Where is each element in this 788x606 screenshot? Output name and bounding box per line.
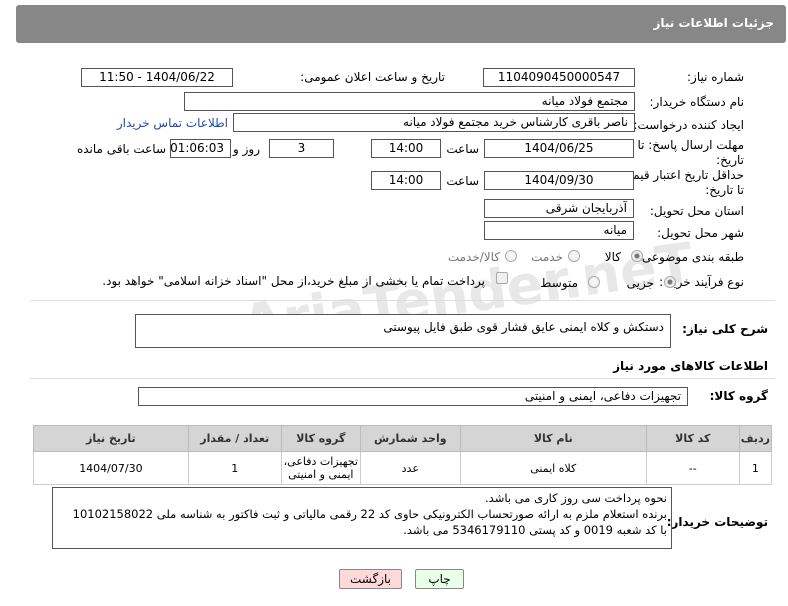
need-number-label: شماره نیاز: <box>687 70 744 84</box>
need-number-field: 1104090450000547 <box>483 68 635 87</box>
cell-unit: عدد <box>359 451 461 485</box>
table-header-row: ردیف کد کالا نام کالا واحد شمارش گروه کا… <box>33 425 773 452</box>
col-unit: واحد شمارش <box>359 425 461 452</box>
category-label: طبقه بندی موضوعی: <box>637 250 744 264</box>
reply-deadline-label: مهلت ارسال پاسخ: تا <box>637 138 744 152</box>
process-minor-label: جزیی <box>626 276 654 290</box>
process-medium-label: متوسط <box>540 276 578 290</box>
announce-label: تاریخ و ساعت اعلان عمومی: <box>300 70 445 84</box>
table-row: 1 -- کلاه ایمنی عدد تجهیزات دفاعی، ایمنی … <box>33 451 773 485</box>
cell-group: تجهیزات دفاعی، ایمنی و امنیتی <box>280 451 361 485</box>
province-label: استان محل تحویل: <box>649 204 744 218</box>
remaining-word: ساعت باقی مانده <box>76 142 166 156</box>
category-radio-goods[interactable] <box>631 250 643 262</box>
treasury-payment-note: پرداخت تمام یا بخشی از مبلغ خرید،از محل … <box>102 274 485 288</box>
remaining-time-field: 01:06:03 <box>170 139 231 158</box>
price-validity-label-2: تا تاریخ: <box>705 183 744 197</box>
cell-row: 1 <box>738 451 773 485</box>
city-field: میانه <box>484 221 634 240</box>
city-label: شهر محل تحویل: <box>657 226 744 240</box>
divider <box>30 300 775 301</box>
category-goods-service-label: کالا/خدمت <box>447 250 500 264</box>
category-goods-label: کالا <box>604 250 621 264</box>
buyer-notes-line2: برنده استعلام ملزم به ارائه صورتحساب الک… <box>72 507 667 521</box>
buyer-notes-label: توضیحات خریدار: <box>666 515 768 529</box>
page-title: جزئیات اطلاعات نیاز <box>653 16 774 30</box>
goods-group-label: گروه کالا: <box>709 389 768 403</box>
creator-label: ایجاد کننده درخواست: <box>633 118 744 132</box>
col-name: نام کالا <box>459 425 647 452</box>
price-time-word: ساعت <box>446 174 479 188</box>
buyer-org-field: مجتمع فولاد میانه <box>184 92 635 111</box>
col-qty: تعداد / مقدار <box>187 425 282 452</box>
buyer-notes-textarea[interactable]: نحوه پرداخت سی روز کاری می باشد. برنده ا… <box>52 487 672 549</box>
cell-date: 1404/07/30 <box>33 451 189 485</box>
province-field: آذربایجان شرقی <box>484 199 634 218</box>
price-time-field: 14:00 <box>371 171 441 190</box>
treasury-payment-checkbox[interactable] <box>496 272 508 284</box>
buyer-notes-line3: با کد شعبه 0019 و کد پستی 5346179110 می … <box>403 523 667 537</box>
cell-name: کلاه ایمنی <box>459 451 647 485</box>
cell-qty: 1 <box>187 451 282 485</box>
days-field: 3 <box>269 139 334 158</box>
price-date-field: 1404/09/30 <box>484 171 634 190</box>
back-button[interactable]: بازگشت <box>339 569 402 589</box>
days-word: روز و <box>233 142 260 156</box>
buyer-notes-line1: نحوه پرداخت سی روز کاری می باشد. <box>485 491 667 505</box>
col-group: گروه کالا <box>280 425 361 452</box>
reply-time-field: 14:00 <box>371 139 441 158</box>
price-validity-label: حداقل تاریخ اعتبار قیمت: <box>617 168 744 182</box>
description-textarea[interactable]: دستکش و کلاه ایمنی عایق فشار قوی طبق فای… <box>135 314 671 348</box>
reply-date-field: 1404/06/25 <box>484 139 634 158</box>
divider <box>30 378 775 379</box>
page-header: جزئیات اطلاعات نیاز <box>16 5 786 43</box>
col-date: تاریخ نیاز <box>33 425 189 452</box>
cell-group-line2: ایمنی و امنیتی <box>288 468 354 481</box>
cell-group-line1: تجهیزات دفاعی، <box>283 455 358 468</box>
goods-section-title: اطلاعات کالاهای مورد نیاز <box>613 359 768 373</box>
category-service-label: خدمت <box>531 250 563 264</box>
goods-group-field: تجهیزات دفاعی، ایمنی و امنیتی <box>138 387 688 406</box>
category-radio-goods-service[interactable] <box>505 250 517 262</box>
cell-code: -- <box>645 451 740 485</box>
description-label: شرح کلی نیاز: <box>682 322 768 336</box>
buyer-org-label: نام دستگاه خریدار: <box>649 95 745 109</box>
goods-table: ردیف کد کالا نام کالا واحد شمارش گروه کا… <box>33 425 773 485</box>
buyer-contact-link[interactable]: اطلاعات تماس خریدار <box>117 116 228 130</box>
process-radio-medium[interactable] <box>588 276 600 288</box>
col-row: ردیف <box>738 425 773 452</box>
print-button[interactable]: چاپ <box>415 569 464 589</box>
announce-field: 1404/06/22 - 11:50 <box>81 68 233 87</box>
process-radio-minor[interactable] <box>664 276 676 288</box>
category-radio-service[interactable] <box>568 250 580 262</box>
col-code: کد کالا <box>645 425 740 452</box>
creator-field: ناصر باقری کارشناس خرید مجتمع فولاد میان… <box>233 113 635 132</box>
reply-time-word: ساعت <box>446 142 479 156</box>
reply-deadline-label-2: تاریخ: <box>716 153 744 167</box>
